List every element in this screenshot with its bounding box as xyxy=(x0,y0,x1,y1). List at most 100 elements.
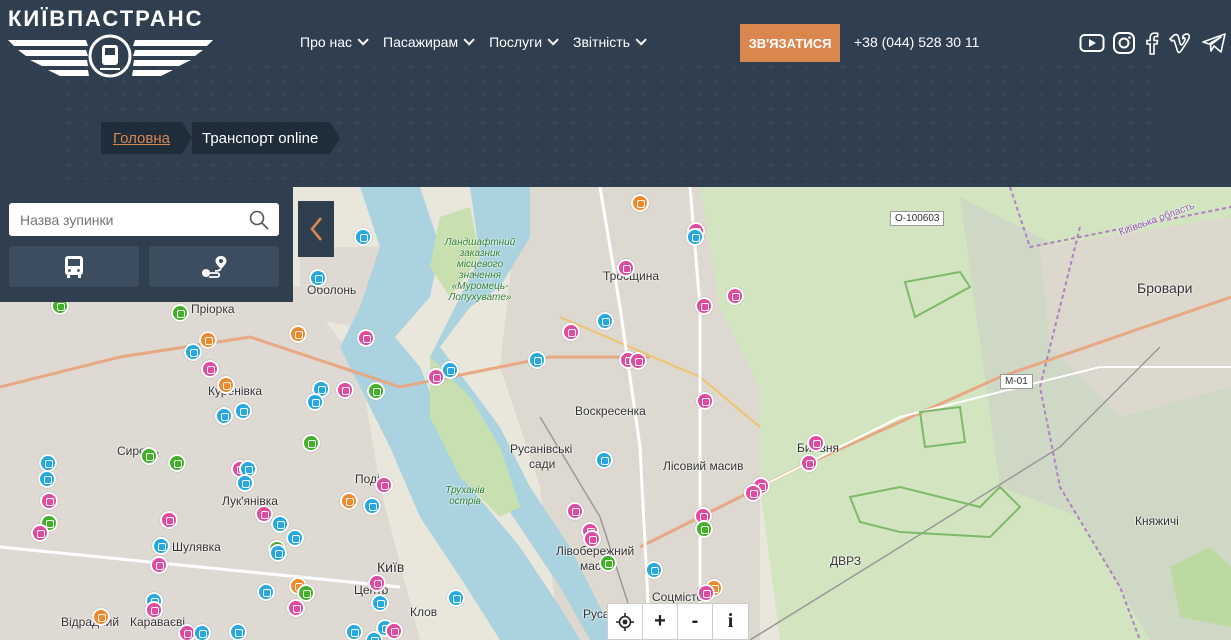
vehicle-marker-trolleybus[interactable] xyxy=(645,561,663,579)
nav-reports-label: Звітність xyxy=(573,34,630,50)
vehicle-marker-tram[interactable] xyxy=(385,622,403,640)
vehicle-marker-tram[interactable] xyxy=(562,323,580,341)
info-button[interactable]: i xyxy=(713,604,748,639)
vehicle-marker-trolleybus[interactable] xyxy=(345,623,363,640)
vehicle-marker-trolleybus[interactable] xyxy=(306,393,324,411)
nav-passengers[interactable]: Пасажирам xyxy=(383,34,475,50)
vehicle-marker-trolleybus[interactable] xyxy=(271,515,289,533)
stop-search-input[interactable] xyxy=(9,203,279,236)
vehicle-marker-bus[interactable] xyxy=(631,194,649,212)
youtube-icon[interactable] xyxy=(1079,31,1105,55)
vehicle-marker-bus[interactable] xyxy=(340,492,358,510)
vehicle-marker-trolleybus[interactable] xyxy=(234,402,252,420)
vehicle-marker-electric[interactable] xyxy=(302,434,320,452)
vehicle-marker-tram[interactable] xyxy=(566,502,584,520)
breadcrumb-separator xyxy=(182,122,192,154)
road-number-badge: М-01 xyxy=(1000,374,1033,389)
nav-reports[interactable]: Звітність xyxy=(573,34,647,50)
vehicle-marker-tram[interactable] xyxy=(726,287,744,305)
vehicle-marker-trolleybus[interactable] xyxy=(354,228,372,246)
vehicle-marker-electric[interactable] xyxy=(140,447,158,465)
vehicle-marker-trolleybus[interactable] xyxy=(215,407,233,425)
logo[interactable]: КИЇВПАСТРАНС xyxy=(8,6,213,81)
nav-about[interactable]: Про нас xyxy=(300,34,369,50)
zoom-in-button[interactable]: + xyxy=(643,604,678,639)
vehicle-marker-trolleybus[interactable] xyxy=(528,351,546,369)
vehicle-marker-bus[interactable] xyxy=(92,608,110,626)
vehicle-marker-trolleybus[interactable] xyxy=(269,544,287,562)
vehicle-marker-tram[interactable] xyxy=(744,484,762,502)
reserve-label: Ландшафтний заказник місцевого значення … xyxy=(444,237,516,303)
vehicle-marker-tram[interactable] xyxy=(357,329,375,347)
vehicle-marker-tram[interactable] xyxy=(160,511,178,529)
vehicle-marker-trolleybus[interactable] xyxy=(447,589,465,607)
vehicle-marker-tram[interactable] xyxy=(427,368,445,386)
vehicle-marker-tram[interactable] xyxy=(629,352,647,370)
logo-text: КИЇВПАСТРАНС xyxy=(8,6,204,31)
breadcrumb-home-link[interactable]: Головна xyxy=(101,122,182,154)
breadcrumb: Головна Транспорт online xyxy=(101,122,341,154)
telegram-icon[interactable] xyxy=(1201,31,1226,55)
vimeo-icon[interactable] xyxy=(1168,31,1192,55)
vehicle-marker-tram[interactable] xyxy=(807,434,825,452)
main-nav: Про нас Пасажирам Послуги Звітність xyxy=(300,34,647,50)
place-label: Лісовий масив xyxy=(663,459,744,473)
vehicle-marker-tram[interactable] xyxy=(255,505,273,523)
locate-button[interactable] xyxy=(608,604,643,639)
nav-services[interactable]: Послуги xyxy=(489,34,559,50)
vehicle-marker-trolleybus[interactable] xyxy=(184,343,202,361)
zoom-out-button[interactable]: - xyxy=(678,604,713,639)
vehicle-marker-trolleybus[interactable] xyxy=(38,470,56,488)
social-links xyxy=(1079,31,1226,55)
vehicle-marker-trolleybus[interactable] xyxy=(686,228,704,246)
vehicle-marker-trolleybus[interactable] xyxy=(193,624,211,640)
vehicle-marker-bus[interactable] xyxy=(289,325,307,343)
phone-number[interactable]: +38 (044) 528 30 11 xyxy=(854,34,979,50)
vehicle-marker-tram[interactable] xyxy=(800,454,818,472)
search-icon[interactable] xyxy=(248,209,270,231)
vehicle-marker-tram[interactable] xyxy=(150,556,168,574)
vehicle-marker-trolleybus[interactable] xyxy=(229,623,247,640)
vehicle-marker-trolleybus[interactable] xyxy=(152,537,170,555)
vehicle-marker-tram[interactable] xyxy=(201,360,219,378)
vehicle-marker-tram[interactable] xyxy=(696,392,714,410)
vehicle-marker-tram[interactable] xyxy=(368,574,386,592)
place-label: Соцмісто xyxy=(652,590,704,604)
locate-icon xyxy=(616,612,634,631)
vehicle-marker-trolleybus[interactable] xyxy=(596,312,614,330)
vehicle-marker-trolleybus[interactable] xyxy=(371,594,389,612)
route-icon xyxy=(202,255,227,278)
bus-icon xyxy=(65,255,83,278)
vehicle-marker-electric[interactable] xyxy=(367,382,385,400)
vehicle-marker-tram[interactable] xyxy=(617,259,635,277)
vehicle-marker-tram[interactable] xyxy=(336,381,354,399)
vehicle-marker-electric[interactable] xyxy=(599,554,617,572)
vehicle-marker-electric[interactable] xyxy=(695,520,713,538)
vehicle-marker-trolleybus[interactable] xyxy=(363,497,381,515)
contact-button[interactable]: ЗВ'ЯЗАТИСЯ xyxy=(740,24,840,62)
vehicle-marker-trolleybus[interactable] xyxy=(286,529,304,547)
vehicle-marker-trolleybus[interactable] xyxy=(309,269,327,287)
map-controls: + - i xyxy=(607,603,749,640)
vehicle-marker-tram[interactable] xyxy=(40,492,58,510)
vehicle-marker-electric[interactable] xyxy=(171,304,189,322)
vehicle-marker-tram[interactable] xyxy=(697,584,715,602)
vehicle-marker-tram[interactable] xyxy=(695,297,713,315)
vehicle-marker-trolleybus[interactable] xyxy=(595,451,613,469)
vehicle-marker-tram[interactable] xyxy=(287,599,305,617)
vehicle-marker-bus[interactable] xyxy=(217,376,235,394)
panel-collapse-button[interactable] xyxy=(298,201,334,257)
vehicle-marker-tram[interactable] xyxy=(31,524,49,542)
instagram-icon[interactable] xyxy=(1112,31,1136,55)
route-tab-button[interactable] xyxy=(149,246,279,287)
vehicle-marker-tram[interactable] xyxy=(145,601,163,619)
vehicle-marker-electric[interactable] xyxy=(168,454,186,472)
vehicle-marker-trolleybus[interactable] xyxy=(257,583,275,601)
breadcrumb-end xyxy=(330,122,341,154)
facebook-icon[interactable] xyxy=(1145,31,1159,55)
vehicle-marker-trolleybus[interactable] xyxy=(236,474,254,492)
vehicle-marker-tram[interactable] xyxy=(375,476,393,494)
vehicle-marker-bus[interactable] xyxy=(199,331,217,349)
transport-tab-button[interactable] xyxy=(9,246,139,287)
vehicle-marker-tram[interactable] xyxy=(583,530,601,548)
